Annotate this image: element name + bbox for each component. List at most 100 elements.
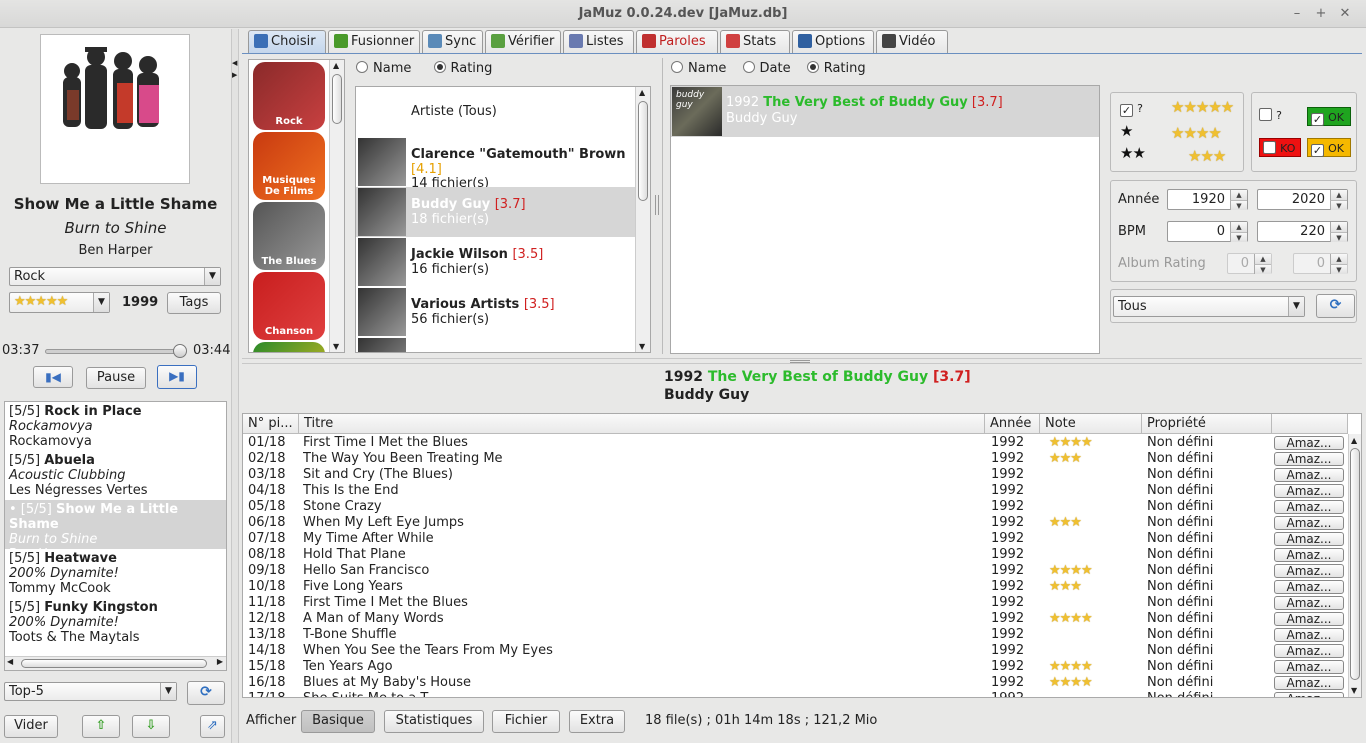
- refresh-filter-button[interactable]: ⟳: [1316, 294, 1355, 318]
- spinner-up-icon[interactable]: ▲: [1330, 222, 1347, 232]
- column-header[interactable]: Année: [985, 414, 1040, 434]
- checked-unknown-filter[interactable]: ?: [1259, 108, 1301, 126]
- view-fichier-button[interactable]: Fichier: [492, 710, 560, 733]
- ok-warning-filter[interactable]: ✓ OK: [1307, 138, 1351, 157]
- rating-filter-5[interactable]: ★★★★★: [1171, 98, 1234, 116]
- artist-item[interactable]: Various Artists [3.5] 56 fichier(s): [356, 287, 636, 337]
- column-header[interactable]: Propriété: [1142, 414, 1272, 434]
- queue-item[interactable]: [5/5] Funky Kingston 200% Dynamite! Toots …: [5, 598, 226, 647]
- arrow-down-icon[interactable]: ▼: [1351, 686, 1357, 695]
- amazon-button[interactable]: Amaz...: [1274, 452, 1344, 466]
- year-to-spinner[interactable]: 2020 ▲ ▼: [1257, 189, 1348, 210]
- vertical-splitter[interactable]: ◀ ▶: [231, 29, 239, 743]
- tags-button[interactable]: Tags: [167, 292, 221, 314]
- refresh-playlist-button[interactable]: ⟳: [187, 681, 225, 705]
- artist-item[interactable]: Clarence "Gatemouth" Brown [4.1] 14 fichie…: [356, 137, 636, 191]
- artist-list-panel[interactable]: Artiste (Tous) Clarence "Gatemouth" Brown…: [355, 86, 651, 353]
- artist-item[interactable]: Aloe Blacc [3.4]: [356, 337, 636, 352]
- popout-button[interactable]: ⇗: [200, 715, 225, 738]
- sort-rating-radio[interactable]: Rating: [433, 61, 492, 76]
- table-row[interactable]: 12/18 A Man of Many Words 1992 ★★★★ Non défi…: [243, 611, 1348, 627]
- arrow-left-icon[interactable]: ◀: [7, 657, 13, 666]
- table-row[interactable]: 17/18 She Suits Me to a T 1992 Non défini Am…: [243, 691, 1348, 697]
- close-button[interactable]: ✕: [1335, 0, 1355, 28]
- move-up-button[interactable]: ⇧: [82, 715, 120, 738]
- table-row[interactable]: 08/18 Hold That Plane 1992 Non défini Amaz..…: [243, 547, 1348, 563]
- tab-stats[interactable]: Stats: [720, 30, 790, 53]
- genre-item[interactable]: Chanson: [253, 272, 325, 340]
- table-row[interactable]: 06/18 When My Left Eye Jumps 1992 ★★★ Non dé…: [243, 515, 1348, 531]
- genre-item[interactable]: The Blues: [253, 202, 325, 270]
- sort-name-radio[interactable]: Name: [671, 61, 726, 76]
- rating-filter-4[interactable]: ★★★★: [1171, 124, 1222, 142]
- table-row[interactable]: 01/18 First Time I Met the Blues 1992 ★★★★ N…: [243, 435, 1348, 451]
- arrow-up-icon[interactable]: ▲: [1351, 436, 1357, 445]
- artist-item[interactable]: Artiste (Tous): [356, 87, 636, 137]
- vertical-scrollbar[interactable]: ▲ ▼: [329, 60, 344, 352]
- tab-choisir[interactable]: Choisir: [248, 30, 326, 53]
- table-row[interactable]: 02/18 The Way You Been Treating Me 1992 ★★★…: [243, 451, 1348, 467]
- view-statistiques-button[interactable]: Statistiques: [384, 710, 484, 733]
- ok-filter[interactable]: ✓ OK: [1307, 107, 1351, 126]
- amazon-button[interactable]: Amaz...: [1274, 468, 1344, 482]
- amazon-button[interactable]: Amaz...: [1274, 580, 1344, 594]
- column-header[interactable]: Titre: [299, 414, 985, 434]
- amazon-button[interactable]: Amaz...: [1274, 676, 1344, 690]
- rating-combo[interactable]: ★★★★★ ▼: [9, 292, 110, 313]
- slider-knob[interactable]: [172, 344, 187, 358]
- spinner-down-icon[interactable]: ▼: [1330, 200, 1347, 210]
- track-table[interactable]: N° pi... Titre Année Note Propriété 01/18 Fir…: [242, 413, 1362, 698]
- tab-sync[interactable]: Sync: [422, 30, 483, 53]
- queue-item[interactable]: • [5/5] Show Me a Little Shame Burn to Sh…: [5, 500, 226, 562]
- genre-item[interactable]: Musiques De Films: [253, 132, 325, 200]
- panel-splitter[interactable]: [655, 195, 659, 215]
- arrow-right-icon[interactable]: ▶: [217, 657, 223, 666]
- amazon-button[interactable]: Amaz...: [1274, 548, 1344, 562]
- tab-options[interactable]: Options: [792, 30, 874, 53]
- genre-panel[interactable]: Rock Musiques De Films The Blues Chanson Reg…: [248, 59, 345, 353]
- column-header[interactable]: Note: [1040, 414, 1142, 434]
- horizontal-scrollbar[interactable]: ◀ ▶: [5, 656, 226, 670]
- table-row[interactable]: 10/18 Five Long Years 1992 ★★★ Non défini Ama…: [243, 579, 1348, 595]
- amazon-button[interactable]: Amaz...: [1274, 564, 1344, 578]
- artist-item[interactable]: Buddy Guy [3.7] 18 fichier(s): [356, 187, 636, 237]
- scroll-thumb[interactable]: [638, 101, 648, 201]
- spinner-down-icon[interactable]: ▼: [1230, 232, 1247, 242]
- spinner-down-icon[interactable]: ▼: [1330, 232, 1347, 242]
- table-row[interactable]: 04/18 This Is the End 1992 Non défini Amaz..…: [243, 483, 1348, 499]
- table-row[interactable]: 03/18 Sit and Cry (The Blues) 1992 Non défi…: [243, 467, 1348, 483]
- bpm-to-spinner[interactable]: 220 ▲ ▼: [1257, 221, 1348, 242]
- amazon-button[interactable]: Amaz...: [1274, 500, 1344, 514]
- table-row[interactable]: 11/18 First Time I Met the Blues 1992 Non d…: [243, 595, 1348, 611]
- amazon-button[interactable]: Amaz...: [1274, 516, 1344, 530]
- amazon-button[interactable]: Amaz...: [1274, 692, 1344, 697]
- sort-name-radio[interactable]: Name: [356, 61, 411, 76]
- bpm-from-spinner[interactable]: 0 ▲ ▼: [1167, 221, 1248, 242]
- column-header[interactable]: N° pi...: [243, 414, 299, 434]
- move-down-button[interactable]: ⇩: [132, 715, 170, 738]
- ko-filter[interactable]: KO: [1259, 138, 1301, 157]
- table-row[interactable]: 05/18 Stone Crazy 1992 Non défini Amaz...: [243, 499, 1348, 515]
- vertical-scrollbar[interactable]: ▲ ▼: [1348, 434, 1361, 697]
- amazon-button[interactable]: Amaz...: [1274, 612, 1344, 626]
- rating-filter-2[interactable]: ★★: [1120, 144, 1146, 162]
- arrow-up-icon[interactable]: ▲: [333, 61, 339, 70]
- table-row[interactable]: 09/18 Hello San Francisco 1992 ★★★★ Non défi…: [243, 563, 1348, 579]
- tab-vérifier[interactable]: Vérifier: [485, 30, 561, 53]
- artist-item[interactable]: Jackie Wilson [3.5] 16 fichier(s): [356, 237, 636, 287]
- amazon-button[interactable]: Amaz...: [1274, 596, 1344, 610]
- play-queue[interactable]: [5/5] Rock in Place Rockamovya Rockamovya[…: [4, 401, 227, 671]
- vertical-scrollbar[interactable]: ▲ ▼: [635, 87, 650, 352]
- scroll-thumb[interactable]: [1350, 448, 1360, 680]
- arrow-down-icon[interactable]: ▼: [639, 342, 645, 351]
- amazon-button[interactable]: Amaz...: [1274, 484, 1344, 498]
- tab-paroles[interactable]: Paroles: [636, 30, 718, 53]
- clear-button[interactable]: Vider: [4, 715, 58, 738]
- table-row[interactable]: 07/18 My Time After While 1992 Non défini Am…: [243, 531, 1348, 547]
- sort-rating-radio[interactable]: Rating: [806, 61, 866, 76]
- year-from-spinner[interactable]: 1920 ▲ ▼: [1167, 189, 1248, 210]
- maximize-button[interactable]: +: [1311, 0, 1331, 28]
- rating-filter-1[interactable]: ★: [1120, 122, 1133, 140]
- queue-item[interactable]: [5/5] Abuela Acoustic Clubbing Les Négress…: [5, 451, 226, 500]
- album-list-panel[interactable]: buddy guy 1992 The Very Best of Buddy Gu…: [670, 85, 1100, 354]
